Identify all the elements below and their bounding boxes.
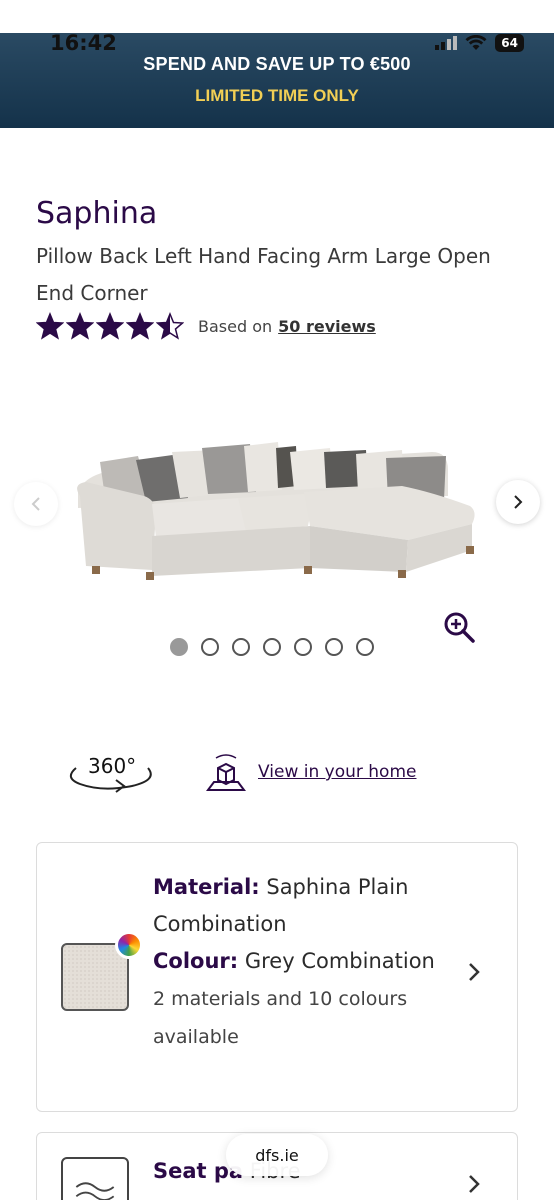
product-title: Saphina xyxy=(36,196,158,231)
availability-text: 2 materials and 10 colours available xyxy=(153,988,408,1048)
star-full-icon xyxy=(96,312,124,340)
carousel-dots xyxy=(170,638,374,656)
wifi-icon xyxy=(465,35,487,50)
zoom-in-icon[interactable] xyxy=(442,610,476,644)
rating-row: Based on 50 reviews xyxy=(36,312,376,340)
material-label: Material: xyxy=(153,875,260,899)
status-icons: 64 xyxy=(435,34,524,52)
colour-wheel-icon xyxy=(115,931,143,959)
carousel-dot[interactable] xyxy=(263,638,281,656)
carousel-next-button[interactable] xyxy=(496,480,540,524)
status-bar xyxy=(0,0,554,33)
view-360-label: 360° xyxy=(88,754,137,778)
view-in-home-link[interactable]: View in your home xyxy=(258,762,416,782)
carousel-dot[interactable] xyxy=(356,638,374,656)
carousel-prev-button[interactable] xyxy=(14,482,58,526)
reviews-link[interactable]: 50 reviews xyxy=(278,317,376,336)
colour-label: Colour: xyxy=(153,949,239,973)
chevron-right-icon xyxy=(469,963,480,981)
star-half-icon xyxy=(156,312,184,340)
carousel-dot[interactable] xyxy=(170,638,188,656)
product-subtitle: Pillow Back Left Hand Facing Arm Large O… xyxy=(36,244,491,305)
colour-value: Grey Combination xyxy=(244,949,435,973)
seat-padding-icon xyxy=(61,1157,129,1200)
promo-subline: LIMITED TIME ONLY xyxy=(195,86,359,105)
promo-banner[interactable]: 16:42 64 SPEND AND SAVE UP TO €500 LIMIT… xyxy=(0,0,554,128)
promo-headline: SPEND AND SAVE UP TO €500 xyxy=(143,54,411,74)
star-full-icon xyxy=(66,312,94,340)
browser-url-pill[interactable]: dfs.ie xyxy=(226,1134,328,1176)
chevron-right-icon xyxy=(514,495,523,509)
star-full-icon xyxy=(126,312,154,340)
signal-icon xyxy=(435,36,458,50)
chevron-right-icon xyxy=(469,1175,480,1193)
status-time: 16:42 xyxy=(50,31,117,55)
carousel-dot[interactable] xyxy=(294,638,312,656)
carousel-dot[interactable] xyxy=(201,638,219,656)
battery-indicator: 64 xyxy=(495,34,524,52)
carousel-dot[interactable] xyxy=(325,638,343,656)
carousel-dot[interactable] xyxy=(232,638,250,656)
product-image xyxy=(77,442,475,580)
ar-view-icon[interactable] xyxy=(204,752,248,796)
chevron-left-icon xyxy=(31,497,40,511)
star-full-icon xyxy=(36,312,64,340)
view-options: 360° View in your home xyxy=(62,748,502,804)
material-colour-card[interactable]: Material: Saphina Plain Combination Colo… xyxy=(36,842,518,1112)
rating-based-on: Based on xyxy=(198,316,273,336)
star-rating xyxy=(36,312,184,340)
image-carousel[interactable] xyxy=(0,370,554,670)
material-details: Material: Saphina Plain Combination Colo… xyxy=(153,869,453,1056)
